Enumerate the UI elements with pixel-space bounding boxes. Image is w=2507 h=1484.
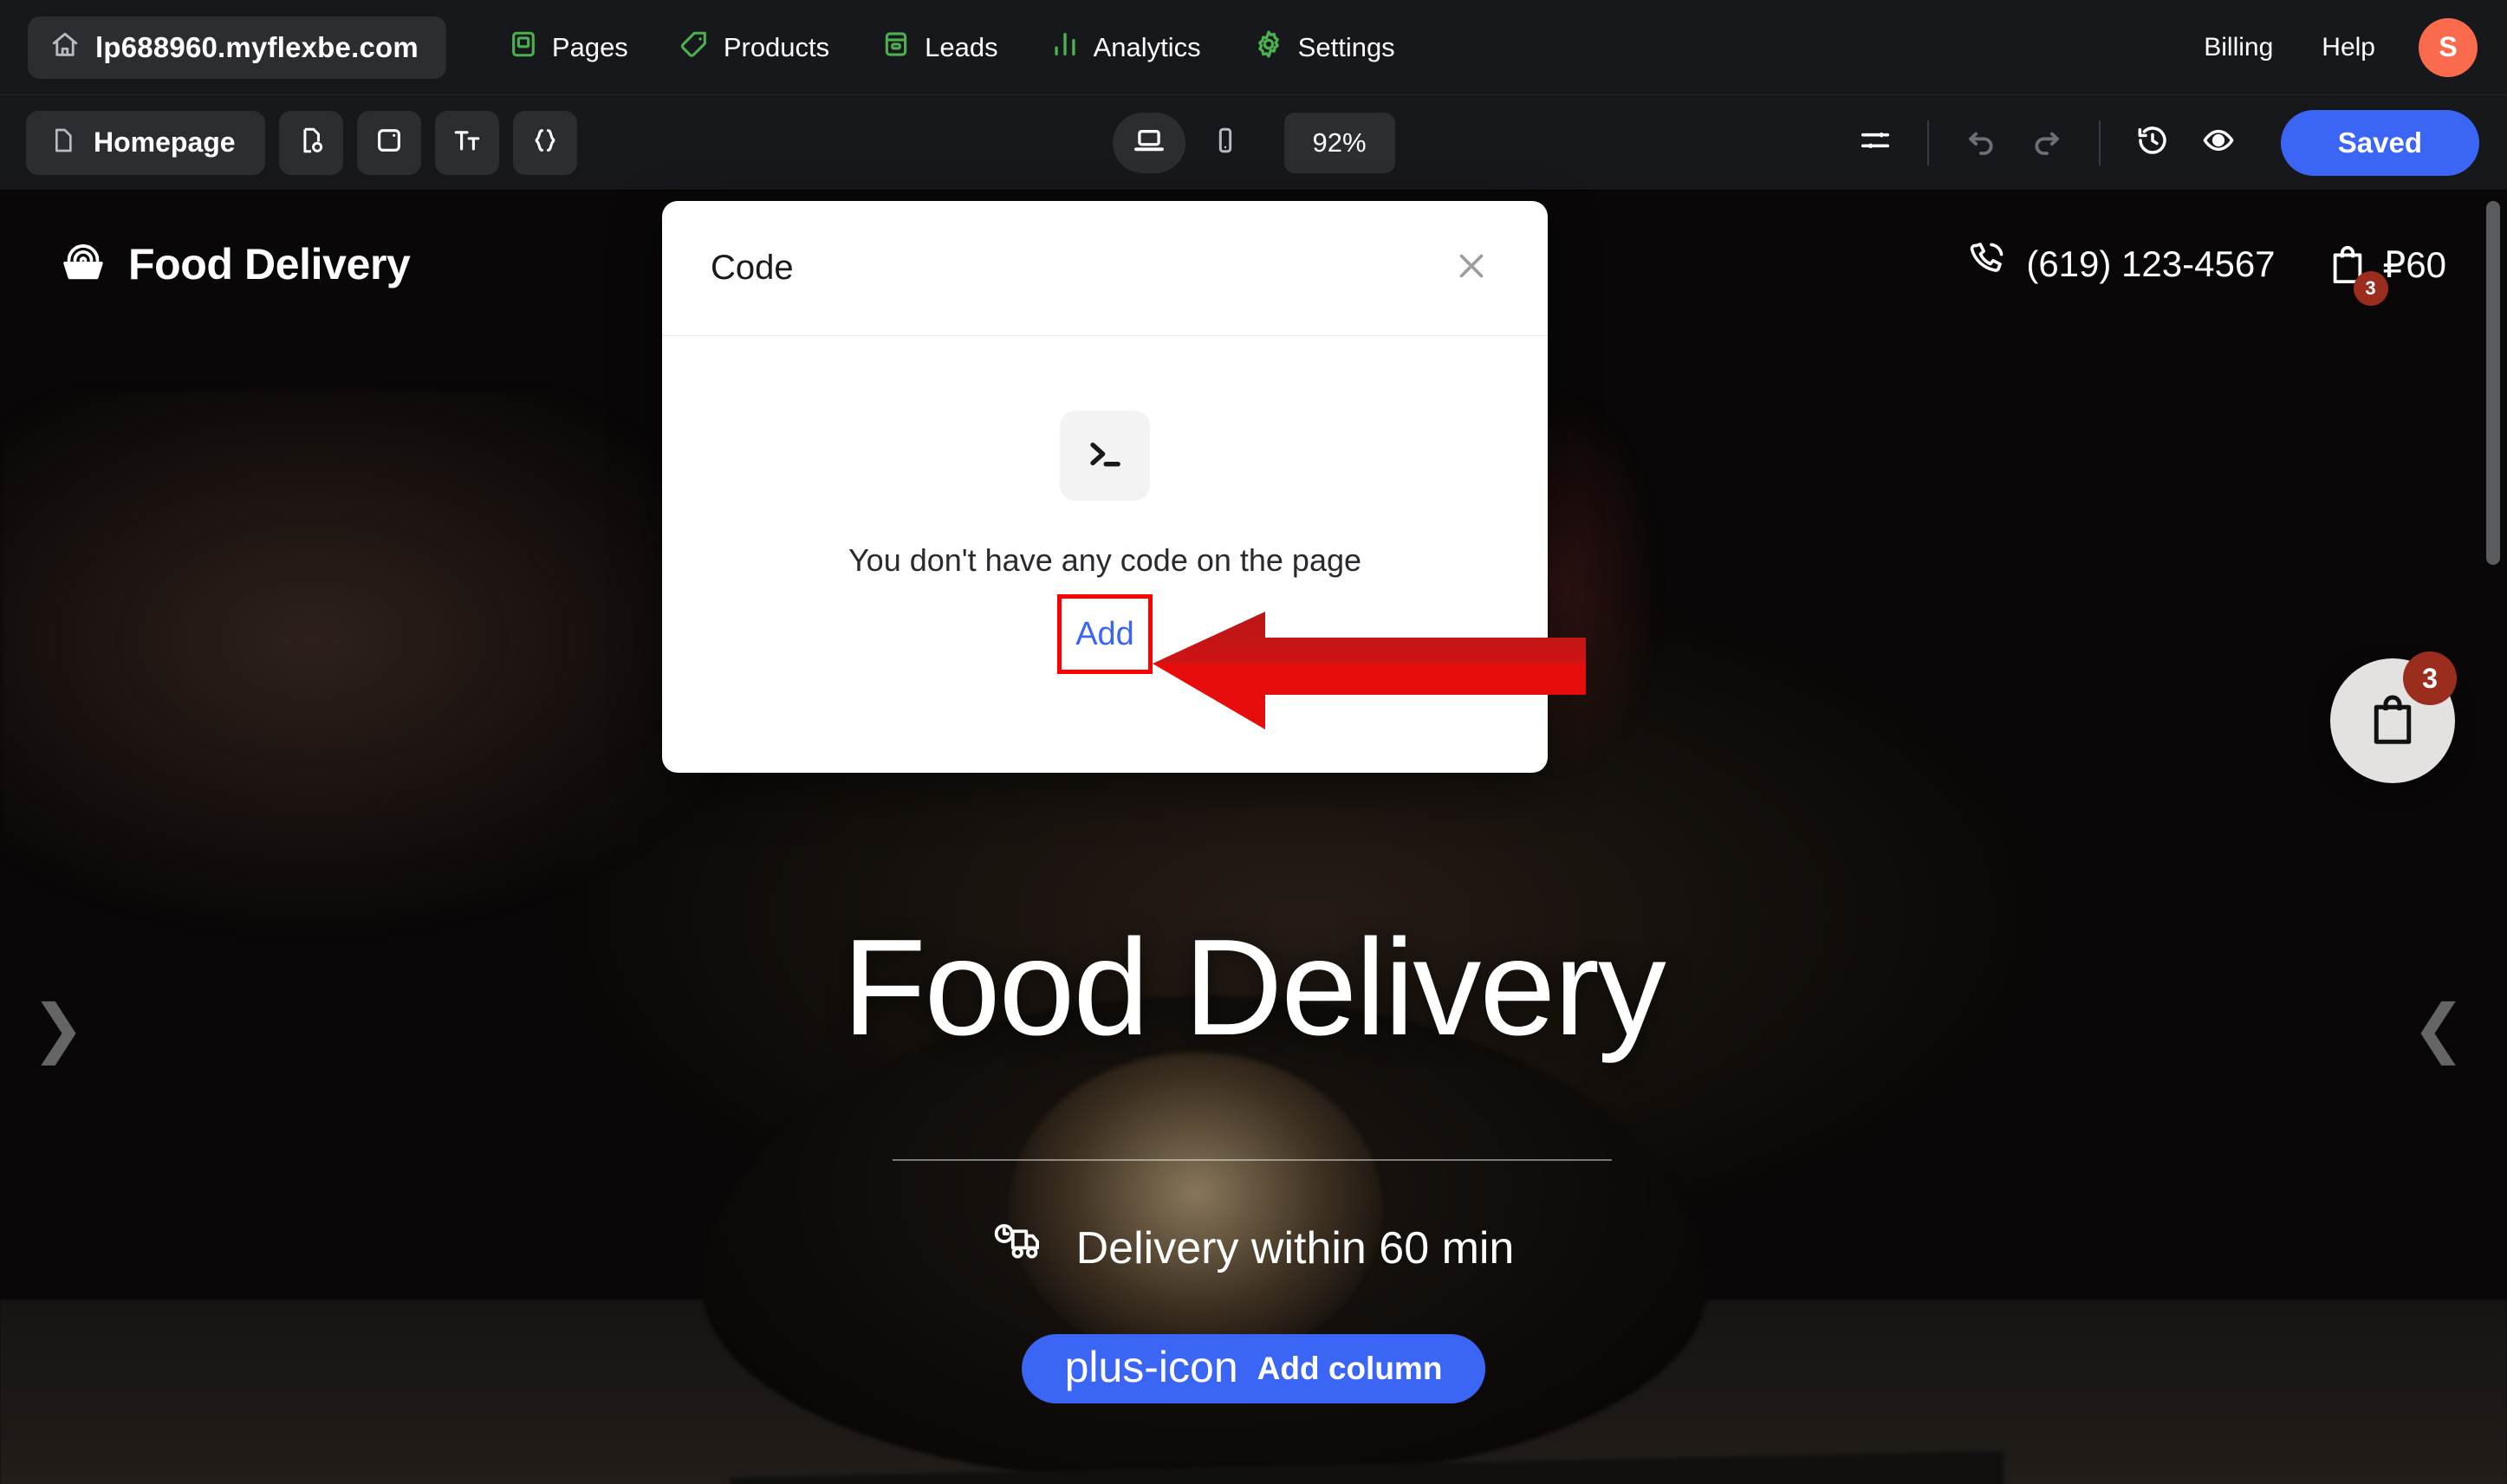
mobile-icon (1211, 126, 1240, 159)
bar-chart-icon (1050, 29, 1080, 66)
nav-item-analytics[interactable]: Analytics (1024, 16, 1227, 79)
preview-button[interactable] (2186, 110, 2251, 176)
nav-label-pages: Pages (551, 31, 628, 62)
tag-icon (680, 29, 710, 66)
help-link[interactable]: Help (2297, 33, 2400, 62)
undo-button[interactable] (1948, 110, 2014, 176)
editor-toolbar: Homepage 92% Saved (0, 95, 2507, 191)
shopping-bag-icon: 3 (2328, 242, 2388, 306)
nav-item-settings[interactable]: Settings (1227, 16, 1421, 79)
add-column-button[interactable]: plus-icon Add column (1021, 1334, 1486, 1403)
shopping-bag-icon (2367, 690, 2419, 752)
avatar[interactable]: S (2419, 17, 2478, 77)
main-nav-items: Pages Products Leads Analytics Settings (483, 16, 1421, 79)
page-settings-icon (296, 126, 326, 159)
desktop-icon (1133, 124, 1166, 161)
code-button[interactable] (512, 110, 577, 175)
redo-button[interactable] (2014, 110, 2080, 176)
preview-header-right: (619) 123-4567 3 ₽60 (1965, 239, 2507, 306)
carousel-prev-arrow[interactable]: ❯ (31, 996, 85, 1060)
add-column-label: Add column (1257, 1351, 1443, 1386)
settings-sliders-button[interactable] (1842, 110, 1908, 176)
hero-title[interactable]: Food Delivery (0, 910, 2507, 1066)
page-selector-button[interactable]: Homepage (26, 110, 265, 175)
typography-icon (452, 126, 482, 159)
delivery-truck-icon (993, 1222, 1047, 1274)
hero-subtitle-text: Delivery within 60 min (1075, 1222, 1515, 1273)
hero-divider (893, 1159, 1612, 1161)
toolbar-right-controls: Saved (1842, 109, 2507, 176)
page-file-icon (49, 126, 76, 159)
hero-subtitle[interactable]: Delivery within 60 min (0, 1222, 2507, 1274)
nav-label-leads: Leads (925, 31, 998, 62)
food-basket-icon (59, 240, 107, 289)
nav-item-leads[interactable]: Leads (855, 16, 1023, 79)
undo-icon (1964, 123, 1998, 162)
eye-icon (2201, 123, 2236, 162)
leads-icon (881, 29, 911, 66)
site-domain-button[interactable]: lp688960.myflexbe.com (28, 16, 446, 79)
desktop-view-button[interactable] (1112, 112, 1185, 173)
popup-button[interactable] (356, 110, 421, 175)
add-link-wrapper: Add (1057, 594, 1153, 674)
popup-icon (374, 126, 404, 159)
preview-phone-number: (619) 123-4567 (2026, 243, 2276, 284)
hero-photo-detail-noodles (1010, 1053, 1382, 1364)
nav-item-pages[interactable]: Pages (483, 16, 654, 79)
top-navigation-bar: lp688960.myflexbe.com Pages Products Lea… (0, 0, 2507, 95)
zoom-level-label: 92% (1312, 126, 1367, 158)
empty-state-text: You don't have any code on the page (848, 542, 1362, 578)
gear-icon (1253, 29, 1284, 67)
sliders-icon (1859, 124, 1892, 161)
vertical-scrollbar[interactable] (2486, 201, 2500, 565)
nav-label-settings: Settings (1297, 31, 1395, 62)
page-settings-button[interactable] (278, 110, 343, 175)
nav-label-analytics: Analytics (1093, 31, 1201, 62)
terminal-icon-tile (1060, 411, 1150, 501)
terminal-icon (1081, 430, 1129, 483)
modal-body: You don't have any code on the page Add (662, 336, 1548, 773)
modal-header: Code (662, 201, 1548, 336)
preview-phone[interactable]: (619) 123-4567 (1965, 239, 2276, 289)
history-icon (2135, 123, 2170, 162)
preview-cart-inline[interactable]: 3 ₽60 (2328, 242, 2446, 306)
modal-title: Code (711, 249, 794, 287)
save-button[interactable]: Saved (2280, 109, 2479, 176)
top-nav-right: Billing Help S (2179, 17, 2507, 77)
cart-count-badge: 3 (2353, 271, 2388, 306)
code-braces-icon (530, 126, 560, 159)
preview-cart-amount: ₽60 (2382, 243, 2446, 285)
add-code-link[interactable]: Add (1057, 594, 1153, 674)
code-modal: Code You don't have any code on the page (662, 201, 1548, 773)
toolbar-divider-2 (2098, 120, 2101, 165)
site-domain-label: lp688960.myflexbe.com (95, 30, 419, 63)
page-selector-label: Homepage (94, 126, 236, 158)
redo-icon (2030, 123, 2064, 162)
history-button[interactable] (2120, 110, 2186, 176)
preview-brand-name: Food Delivery (128, 240, 411, 288)
nav-item-products[interactable]: Products (654, 16, 855, 79)
zoom-level-button[interactable]: 92% (1283, 112, 1395, 173)
close-icon (1452, 246, 1491, 290)
close-button[interactable] (1444, 241, 1499, 296)
typography-button[interactable] (434, 110, 499, 175)
nav-label-products: Products (723, 31, 830, 62)
phone-call-icon (1965, 239, 2007, 289)
floating-cart-badge: 3 (2403, 651, 2457, 705)
avatar-initial: S (2439, 31, 2458, 62)
pages-icon (509, 29, 538, 66)
carousel-next-arrow[interactable]: ❮ (2412, 996, 2465, 1060)
plus-icon: plus-icon (1064, 1343, 1238, 1391)
device-and-zoom-controls: 92% (1112, 112, 1395, 173)
preview-brand[interactable]: Food Delivery (59, 239, 411, 289)
mobile-view-button[interactable] (1189, 113, 1262, 173)
billing-link[interactable]: Billing (2179, 33, 2297, 62)
toolbar-divider-1 (1926, 120, 1929, 165)
floating-cart-button[interactable]: 3 (2330, 651, 2457, 783)
home-icon (50, 30, 80, 64)
